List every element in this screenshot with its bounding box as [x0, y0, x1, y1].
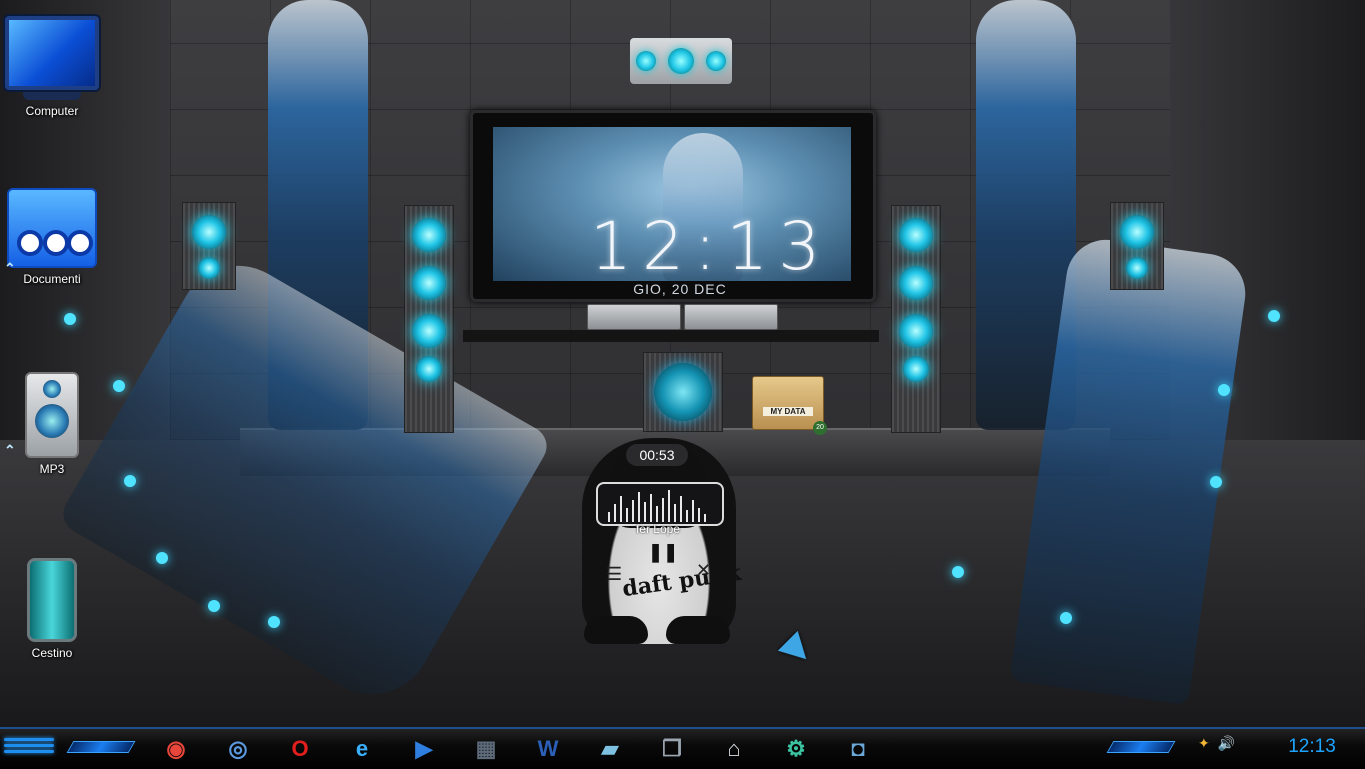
notepad-icon[interactable]: ▰: [594, 733, 626, 765]
speaker-right-small: [1110, 202, 1164, 290]
desktop-icon-label: Cestino: [31, 646, 73, 660]
neon-dot: [156, 552, 168, 564]
taskbar-clock[interactable]: 12:13: [1272, 736, 1352, 758]
neon-dot: [208, 600, 220, 612]
clock-widget-date: GIO, 20 DEC: [633, 281, 727, 297]
neon-dot: [1218, 384, 1230, 396]
volume-icon[interactable]: 🔊: [1218, 735, 1235, 752]
desktop-icon-computer[interactable]: Computer: [0, 16, 104, 118]
av-receiver-left: [587, 304, 681, 330]
av-receiver-right: [684, 304, 778, 330]
taskbar-accent-left: [66, 741, 136, 753]
neon-dot: [113, 380, 125, 392]
desktop-icon-mp3[interactable]: ⌃ MP3: [0, 372, 104, 476]
neon-dot: [1268, 310, 1280, 322]
player-menu-button[interactable]: ☰: [606, 564, 622, 585]
my-data-label: MY DATA: [763, 407, 813, 416]
taskbar-accent-right: [1106, 741, 1176, 753]
subwoofer: [643, 352, 723, 432]
speaker-left-small: [182, 202, 236, 290]
system-tray: ✦ 🔊: [1198, 735, 1235, 752]
documents-folder-icon: [7, 188, 97, 268]
player-elapsed-time: 00:53: [626, 444, 688, 466]
speaker-icon: [25, 372, 79, 458]
desktop-icon-label: MP3: [39, 462, 65, 476]
tux-foot-right: [666, 616, 730, 644]
recycle-bin-icon: [27, 558, 77, 642]
chrome-icon[interactable]: ◉: [160, 733, 192, 765]
desktop-icon-documenti[interactable]: ⌃ Documenti: [0, 188, 104, 286]
neon-dot: [64, 313, 76, 325]
internet-explorer-icon[interactable]: e: [346, 733, 378, 765]
word-icon[interactable]: W: [532, 733, 564, 765]
pause-button[interactable]: ❚❚: [648, 542, 678, 563]
shortcut-arrow-icon: ⌃: [4, 260, 16, 276]
taskbar: ◉ ◎ Oe ▶ ▦ W ▰ ❐ ⌂ ⚙ ◘ ✦ 🔊 12:13: [0, 727, 1365, 769]
camera-icon[interactable]: ◘: [842, 733, 874, 765]
neon-dot: [1210, 476, 1222, 488]
clock-widget-time: 12:13: [590, 208, 831, 285]
my-data-badge: 20: [813, 421, 827, 435]
chromium-icon[interactable]: ◎: [222, 733, 254, 765]
neon-dot: [268, 616, 280, 628]
tux-foot-left: [584, 616, 648, 644]
tv-shelf: [463, 330, 879, 342]
player-track-title: fer Lope: [635, 522, 681, 536]
cube-app-icon[interactable]: ▦: [470, 733, 502, 765]
neon-dot: [952, 566, 964, 578]
audio-visualizer: [596, 482, 724, 526]
start-button[interactable]: [4, 735, 54, 763]
shortcut-arrow-icon: ⌃: [4, 442, 16, 458]
desktop-icon-cestino[interactable]: Cestino: [0, 558, 104, 660]
window-switcher-icon[interactable]: ❐: [656, 733, 688, 765]
neon-dot: [1060, 612, 1072, 624]
center-speaker: [630, 38, 732, 84]
drive-icon[interactable]: ⌂: [718, 733, 750, 765]
network-icon[interactable]: ✦: [1198, 735, 1210, 752]
desktop-icon-label: Computer: [25, 104, 79, 118]
music-player-widget: 00:53 fer Lope ❚❚ ☰ ✕ daft punk: [560, 438, 756, 650]
neon-dot: [124, 475, 136, 487]
opera-icon[interactable]: O: [284, 733, 316, 765]
media-player-icon[interactable]: ▶: [408, 733, 440, 765]
settings-gear-icon[interactable]: ⚙: [780, 733, 812, 765]
my-data-widget[interactable]: MY DATA 20: [752, 376, 827, 435]
computer-monitor-icon: [5, 16, 99, 100]
speaker-left-tower: [404, 205, 454, 433]
speaker-right-tower: [891, 205, 941, 433]
